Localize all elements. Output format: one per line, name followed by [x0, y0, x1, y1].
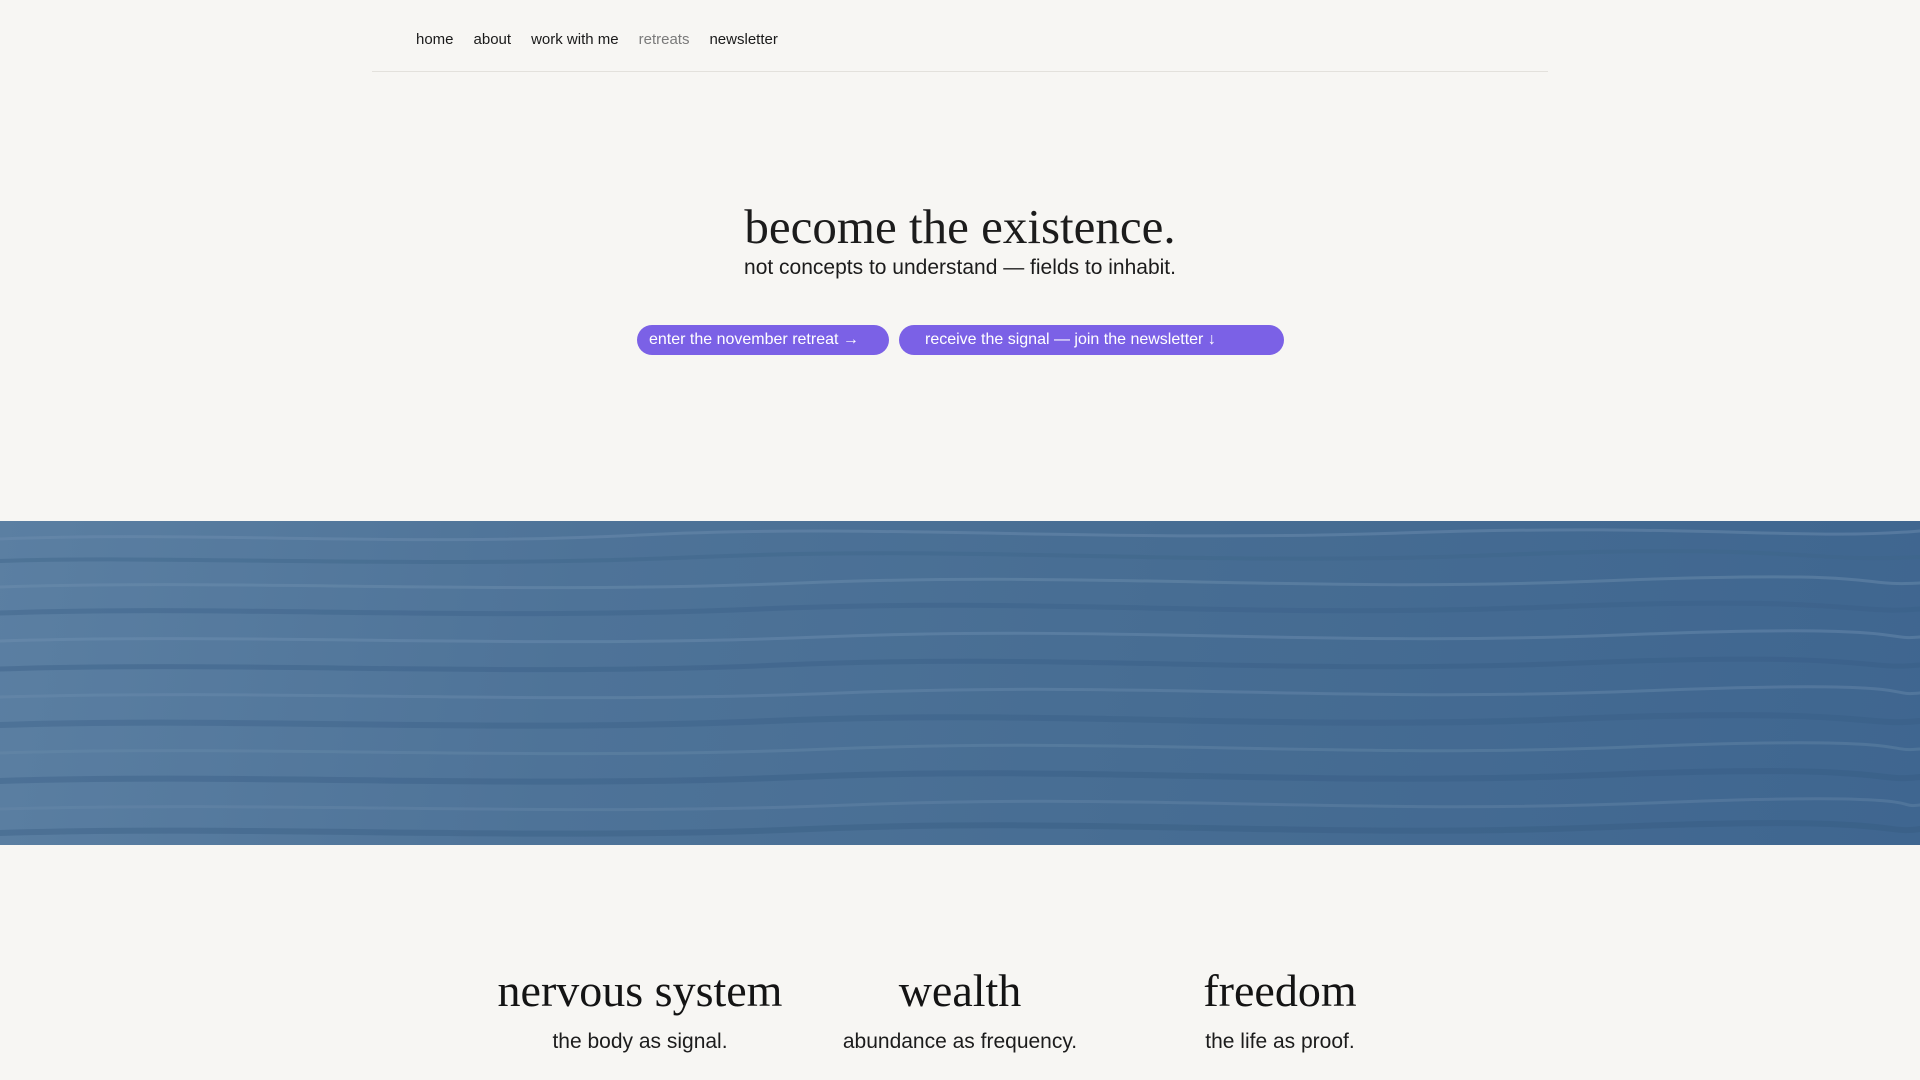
hero-title: become the existence.: [744, 199, 1176, 254]
ocean-banner-image: [0, 521, 1920, 845]
pillar-title: freedom: [1203, 965, 1357, 1016]
november-retreat-button[interactable]: enter the november retreat →: [637, 325, 889, 355]
nav-menu: home about work with me retreats newslet…: [416, 31, 778, 49]
hero-subtitle: not concepts to understand — fields to i…: [744, 256, 1176, 279]
pillar-subtitle: the life as proof.: [1205, 1030, 1355, 1053]
join-newsletter-button[interactable]: receive the signal — join the newsletter…: [899, 325, 1284, 355]
nav-item-newsletter[interactable]: newsletter: [709, 31, 777, 49]
nav-item-work-with-me[interactable]: work with me: [531, 31, 619, 49]
nav-item-retreats[interactable]: retreats: [639, 31, 690, 49]
nav-item-about[interactable]: about: [474, 31, 512, 49]
nav-item-home[interactable]: home: [416, 31, 454, 49]
pillar-freedom: freedom the life as proof.: [1080, 963, 1480, 1055]
ocean-waves: [0, 528, 1920, 837]
top-nav: home about work with me retreats newslet…: [372, 0, 1548, 72]
